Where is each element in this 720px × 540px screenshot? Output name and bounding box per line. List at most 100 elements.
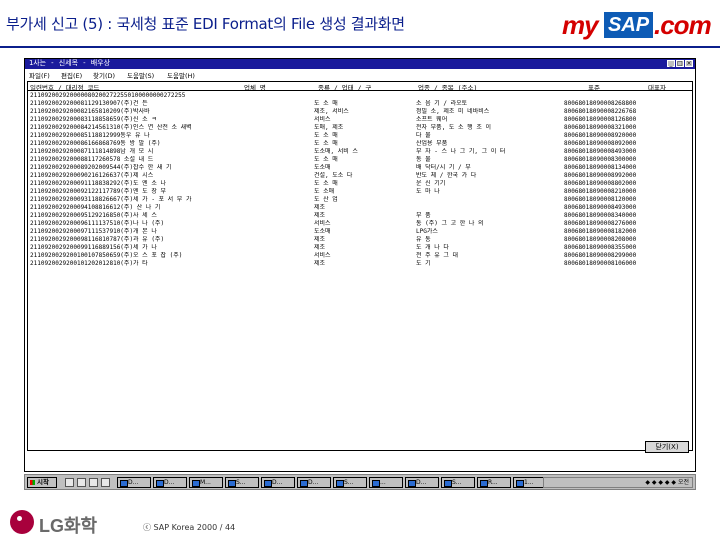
- table-row[interactable]: 2110920029200099116889156(주)세 가 나 제조 도 개 나…: [28, 244, 692, 252]
- taskbar-task-button[interactable]: ...: [369, 477, 403, 488]
- maximize-icon[interactable]: □: [676, 60, 684, 67]
- cell-key: 2110920029200090216126637(주)제 시스: [30, 172, 154, 179]
- lg-face-icon: [10, 510, 34, 534]
- explorer-icon[interactable]: [77, 478, 86, 487]
- menu-help-2[interactable]: 도움말(H): [167, 70, 195, 80]
- taskbar-task-button[interactable]: S...: [225, 477, 259, 488]
- taskbar-task-button[interactable]: 1...: [513, 477, 547, 488]
- taskbar-task-button[interactable]: M...: [189, 477, 223, 488]
- cell-key: 2110920029200097111537910(주)개 본 나: [30, 228, 157, 235]
- cell-key: 2110920029200091118838292(주)도 엔 소 나: [30, 180, 166, 187]
- table-row[interactable]: 2110920029200083118858659(주)신 소 ㅋ 서비스 소프트 …: [28, 116, 692, 124]
- table-row[interactable]: 2110920029200085118812999동우 유 나 도 소 매 다 물 8…: [28, 132, 692, 140]
- taskbar-task-button[interactable]: D...: [153, 477, 187, 488]
- cell-key: 2110920029200101202012810(주)가 타: [30, 260, 148, 267]
- col-head-company[interactable]: 업체 명: [244, 82, 266, 92]
- taskbar-task-button[interactable]: R...: [477, 477, 511, 488]
- cell-code: 80068018090008340000: [564, 212, 637, 219]
- more-icon[interactable]: [101, 478, 110, 487]
- close-icon[interactable]: ×: [685, 60, 693, 67]
- cell-item: 유 통: [416, 236, 431, 243]
- table-row[interactable]: 2110920029200100107850659(주)오 스 포 잡 (주) 서…: [28, 252, 692, 260]
- cell-key: 2110920029200094108816612(주) 산 나 기: [30, 204, 161, 211]
- col-head-type[interactable]: 종류 / 업태 / 구: [318, 82, 371, 92]
- table-row[interactable]: 2110920029200087111814898남 개 모 시 도소매, 서비 …: [28, 148, 692, 156]
- cell-key: 2110920029200092122117789(주)엔 도 장 부: [30, 188, 166, 195]
- table-row[interactable]: 2110920029200098116810787(주)과 유 (주) 제조 유 통…: [28, 236, 692, 244]
- col-head-owner[interactable]: 대표자: [648, 82, 666, 92]
- cell-code: 80068018090008210000: [564, 188, 637, 195]
- cell-item: 통 (주) 그 고 한 나 의: [416, 220, 484, 227]
- cell-key: 2110920029200086166868769동 방 발 (주): [30, 140, 161, 147]
- cell-item: 정밀 소, 제조 미 네바비스: [416, 108, 490, 115]
- taskbar-task-button[interactable]: S...: [333, 477, 367, 488]
- taskbar-task-button[interactable]: D...: [117, 477, 151, 488]
- edi-result-grid[interactable]: 일련번호 / 대리점 코드 업체 명 종류 / 업태 / 구 업종 / 종목 (…: [27, 81, 693, 451]
- windows-taskbar: 시작 D... D... M... S... D... D... S...... D... S.…: [24, 474, 696, 490]
- table-row[interactable]: 2110920029200096111137510(주)나 나 (주) 서비스 통 …: [28, 220, 692, 228]
- table-row[interactable]: 2110920029200101202012810(주)가 타 제조 도 기 8006…: [28, 260, 692, 268]
- cell-key: 2110920029200081129130907(주)건 든: [30, 100, 148, 107]
- cell-code: 80068018090008276000: [564, 220, 637, 227]
- cell-key: 2110920029200082165810209(주)박사바: [30, 108, 150, 115]
- menu-file[interactable]: 파일(F): [29, 70, 50, 80]
- table-row[interactable]: 2110920029200097111537910(주)개 본 나 도소매 LPG가…: [28, 228, 692, 236]
- window-title: 1사는 - 신세목 - 배우상: [29, 59, 111, 67]
- window-titlebar[interactable]: 1사는 - 신세목 - 배우상 _ □ ×: [25, 59, 695, 69]
- cell-type: 건설, 도소 다: [314, 172, 353, 179]
- report-window: 1사는 - 신세목 - 배우상 _ □ × 파일(F) 편집(E) 찾기(D) …: [24, 58, 696, 472]
- window-controls: _ □ ×: [667, 60, 693, 67]
- cell-item: 전자 부품, 도 소 행 조 이: [416, 124, 491, 131]
- grid-header: 일련번호 / 대리점 코드 업체 명 종류 / 업태 / 구 업종 / 종목 (…: [28, 82, 692, 92]
- col-head-item[interactable]: 업종 / 종목 (주소): [418, 82, 477, 92]
- col-head-standard[interactable]: 표준: [588, 82, 600, 92]
- cell-item: 도 기: [416, 260, 431, 267]
- cell-type: 도 산 업: [314, 196, 338, 203]
- cell-code: 80068018090008092000: [564, 140, 637, 147]
- table-row[interactable]: 2110920029200091118838292(주)도 엔 소 나 도 소 매…: [28, 180, 692, 188]
- minimize-icon[interactable]: _: [667, 60, 675, 67]
- taskbar-task-button[interactable]: D...: [261, 477, 295, 488]
- cell-code: 80068018090008134000: [564, 164, 637, 171]
- table-row[interactable]: 2110920029200094108816612(주) 산 나 기 제조 8006…: [28, 204, 692, 212]
- col-head-key[interactable]: 일련번호 / 대리점 코드: [30, 82, 99, 92]
- taskbar-task-button[interactable]: S...: [441, 477, 475, 488]
- desktop-icon[interactable]: [65, 478, 74, 487]
- system-tray: ◆ ◆ ◆ ◆ ◆ 오전: [543, 477, 693, 488]
- taskbar-task-button[interactable]: D...: [405, 477, 439, 488]
- logo-com-text: .com: [654, 10, 712, 40]
- cell-item: 운 신 기기: [416, 180, 446, 187]
- table-row[interactable]: 2110920029200090216126637(주)제 시스 건설, 도소 다…: [28, 172, 692, 180]
- cell-item: 배 닥터/시 기 / 부: [416, 164, 471, 171]
- cell-code: 80068018090008226768: [564, 108, 637, 115]
- mail-icon[interactable]: [89, 478, 98, 487]
- table-row[interactable]: 2110920029200093118826667(주)세 가 - 포 서 부 …: [28, 196, 692, 204]
- table-row[interactable]: 2110920029200089202009544(주)잡수 한 새 기 도소매 배…: [28, 164, 692, 172]
- table-row[interactable]: 2110920029200084214561310(주)인스 연 산전 소 새벽…: [28, 124, 692, 132]
- cell-key: 2110920029200096111137510(주)나 나 (주): [30, 220, 165, 227]
- start-button[interactable]: 시작: [27, 477, 57, 488]
- menu-help[interactable]: 도움말(S): [127, 70, 154, 80]
- menu-edit[interactable]: 편집(E): [61, 70, 82, 80]
- menu-find[interactable]: 찾기(D): [93, 70, 115, 80]
- table-row[interactable]: 2110920029200081129130907(주)건 든 도 소 매 소 음 …: [28, 100, 692, 108]
- cell-code: 80068018090008268800: [564, 100, 637, 107]
- table-row[interactable]: 2110920029200082165810209(주)박사바 제조, 서비스 정밀…: [28, 108, 692, 116]
- cell-key: 2110920029200095129216850(주)사 세 스: [30, 212, 157, 219]
- mysap-logo: my SAP .com: [562, 10, 714, 40]
- taskbar-task-button[interactable]: D...: [297, 477, 331, 488]
- table-row[interactable]: 2110920029200000802002722550100000000272…: [28, 92, 692, 100]
- cell-code: 80068018090008300000: [564, 156, 637, 163]
- close-button[interactable]: 닫기(X): [645, 441, 689, 453]
- cell-item: 반도 체 / 한국 가 다: [416, 172, 477, 179]
- cell-type: 도 소 매: [314, 100, 338, 107]
- table-row[interactable]: 2110920029200088117260578 소설 내 드 도 소 매 동 물…: [28, 156, 692, 164]
- table-row[interactable]: 2110920029200095129216850(주)사 세 스 제조 부 품 80…: [28, 212, 692, 220]
- table-row[interactable]: 2110920029200092122117789(주)엔 도 장 부 도 소매 도…: [28, 188, 692, 196]
- cell-code: 80068018090008106000: [564, 260, 637, 267]
- cell-type: 제조: [314, 204, 326, 211]
- table-row[interactable]: 2110920029200086166868769동 방 발 (주) 도 소 매 산…: [28, 140, 692, 148]
- cell-type: 제조: [314, 236, 326, 243]
- slide-title: 부가세 신고 (5) : 국세청 표준 EDI Format의 File 생성 …: [6, 15, 405, 33]
- cell-type: 서비스: [314, 252, 331, 259]
